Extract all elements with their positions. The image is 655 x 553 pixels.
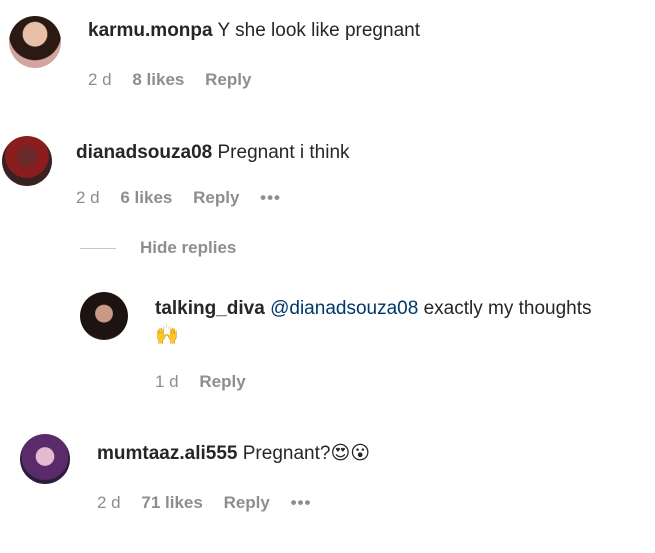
avatar[interactable]	[9, 16, 61, 68]
comment-username[interactable]: mumtaaz.ali555	[97, 443, 237, 464]
comment-username[interactable]: dianadsouza08	[76, 142, 212, 163]
avatar[interactable]	[20, 434, 70, 484]
reply-button[interactable]: Reply	[224, 493, 270, 512]
reply-username[interactable]: talking_diva	[155, 298, 265, 319]
more-options-icon[interactable]: •••	[291, 493, 312, 512]
comment-text: Y she look like pregnant	[217, 20, 420, 41]
reply-text: exactly my thoughts	[423, 298, 592, 319]
likes-count[interactable]: 71 likes	[141, 493, 202, 512]
more-options-icon[interactable]: •••	[260, 188, 281, 207]
comment-timestamp[interactable]: 2 d	[88, 70, 112, 89]
raising-hands-emoji: 🙌	[155, 324, 179, 346]
emoji-reaction: 😍😮	[330, 442, 371, 464]
hide-replies-divider	[80, 248, 116, 249]
reply-button[interactable]: Reply	[193, 188, 239, 207]
comment-text: Pregnant?	[242, 443, 331, 464]
likes-count[interactable]: 8 likes	[132, 70, 184, 89]
avatar[interactable]	[80, 292, 128, 340]
likes-count[interactable]: 6 likes	[120, 188, 172, 207]
avatar[interactable]	[2, 136, 52, 186]
comment-timestamp[interactable]: 2 d	[97, 493, 121, 512]
comment-timestamp[interactable]: 2 d	[76, 188, 100, 207]
reply-timestamp[interactable]: 1 d	[155, 372, 179, 391]
comment-username[interactable]: karmu.monpa	[88, 20, 213, 41]
hide-replies-button[interactable]: Hide replies	[140, 238, 236, 258]
reply-button[interactable]: Reply	[205, 70, 251, 89]
comment-text: Pregnant i think	[217, 142, 350, 163]
mention-link[interactable]: @dianadsouza08	[270, 298, 418, 319]
reply-button[interactable]: Reply	[199, 372, 245, 391]
